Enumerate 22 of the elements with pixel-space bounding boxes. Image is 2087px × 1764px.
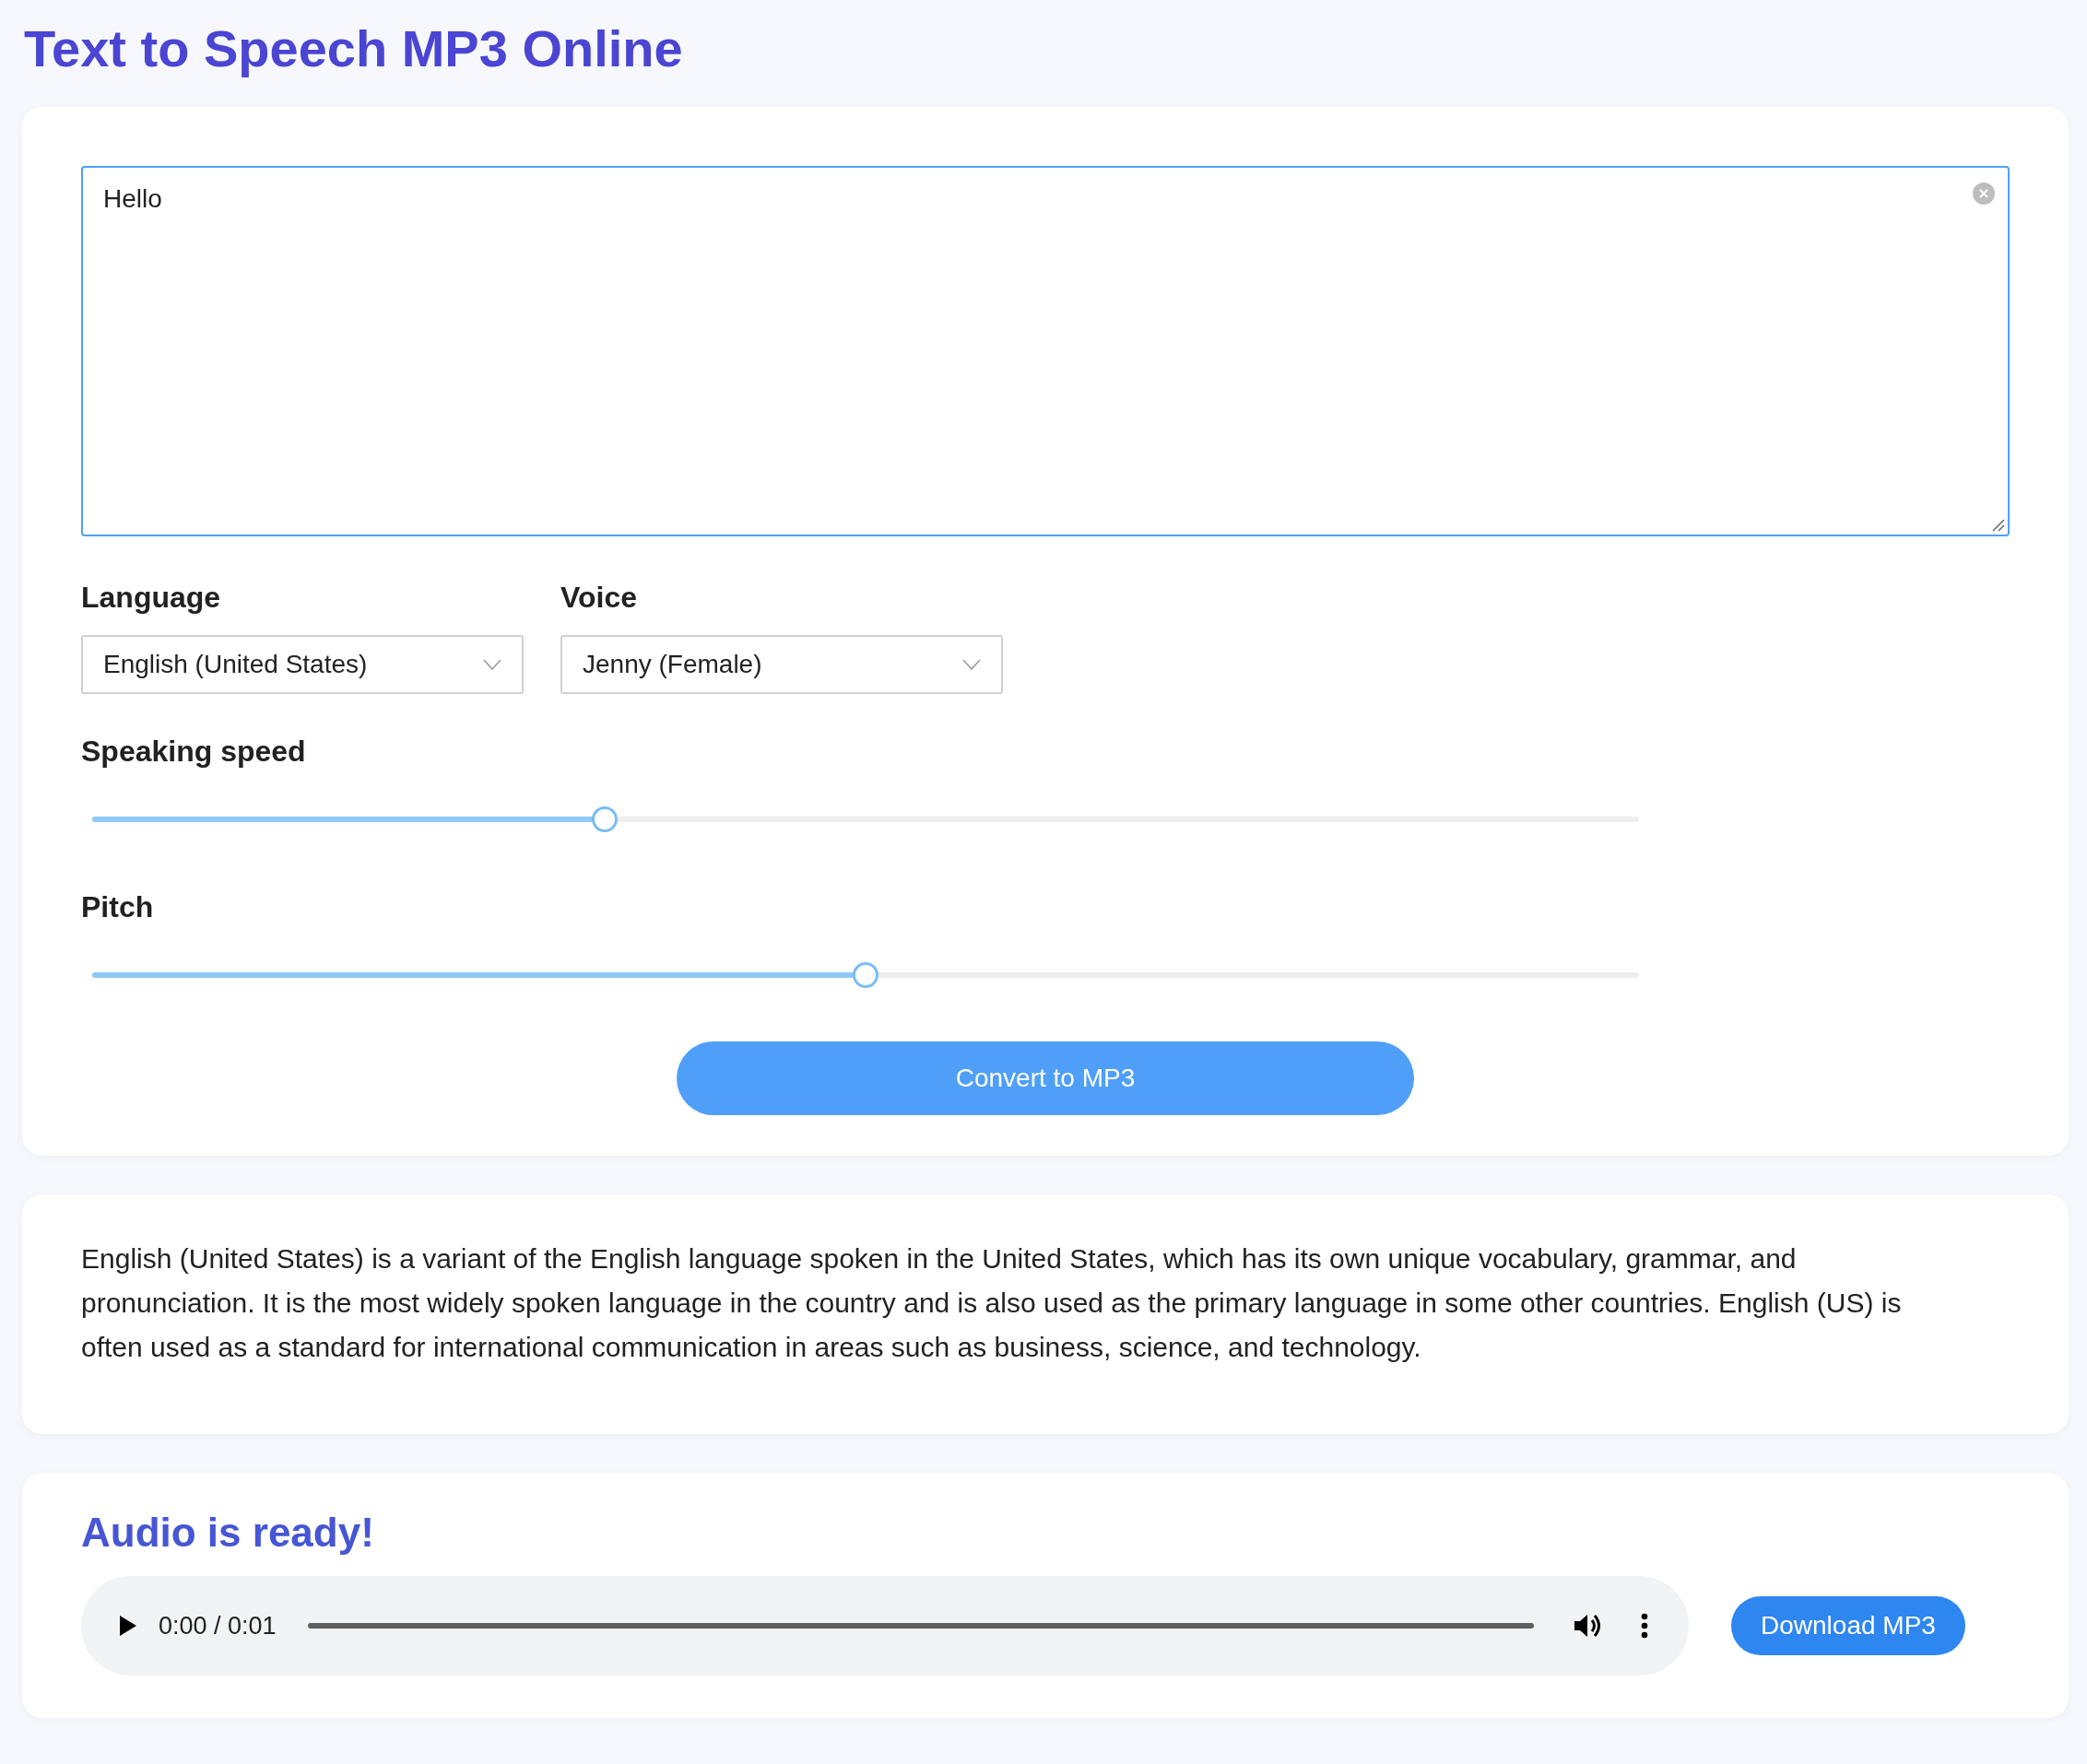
chevron-down-icon	[962, 659, 981, 670]
download-button[interactable]: Download MP3	[1731, 1596, 1965, 1655]
playback-time: 0:00 / 0:01	[159, 1611, 277, 1641]
description-text: English (United States) is a variant of the English language spoken in the United States, which has its own unique vocabulary, grammar, and pronunciation. It is the most widely spoken language in the country and is also used as the primary language in some other countries. English (US) is often used as a standard for international communication in areas such as business, science, and technology.	[81, 1242, 1903, 1364]
progress-track[interactable]	[307, 1623, 1534, 1629]
result-heading: Audio is ready!	[81, 1510, 375, 1556]
page-title: Text to Speech MP3 Online	[24, 18, 684, 79]
play-icon[interactable]	[120, 1616, 136, 1636]
field-label: Voice	[560, 581, 637, 615]
clear-icon[interactable]	[1973, 182, 1995, 205]
slider-thumb[interactable]	[592, 806, 619, 832]
slider-thumb[interactable]	[853, 962, 878, 988]
slider-label: Pitch	[81, 890, 154, 924]
text-input-field[interactable]: Hello	[81, 166, 2010, 536]
resize-grip-icon[interactable]	[1992, 519, 2005, 532]
slider-label: Speaking speed	[81, 735, 306, 769]
chevron-down-icon	[483, 659, 501, 670]
volume-icon[interactable]	[1574, 1613, 1602, 1639]
field-label: Language	[81, 581, 221, 615]
dropdown[interactable]: English (United States)	[81, 635, 524, 694]
more-options-icon[interactable]	[1641, 1613, 1648, 1639]
dropdown[interactable]: Jenny (Female)	[560, 635, 1003, 694]
